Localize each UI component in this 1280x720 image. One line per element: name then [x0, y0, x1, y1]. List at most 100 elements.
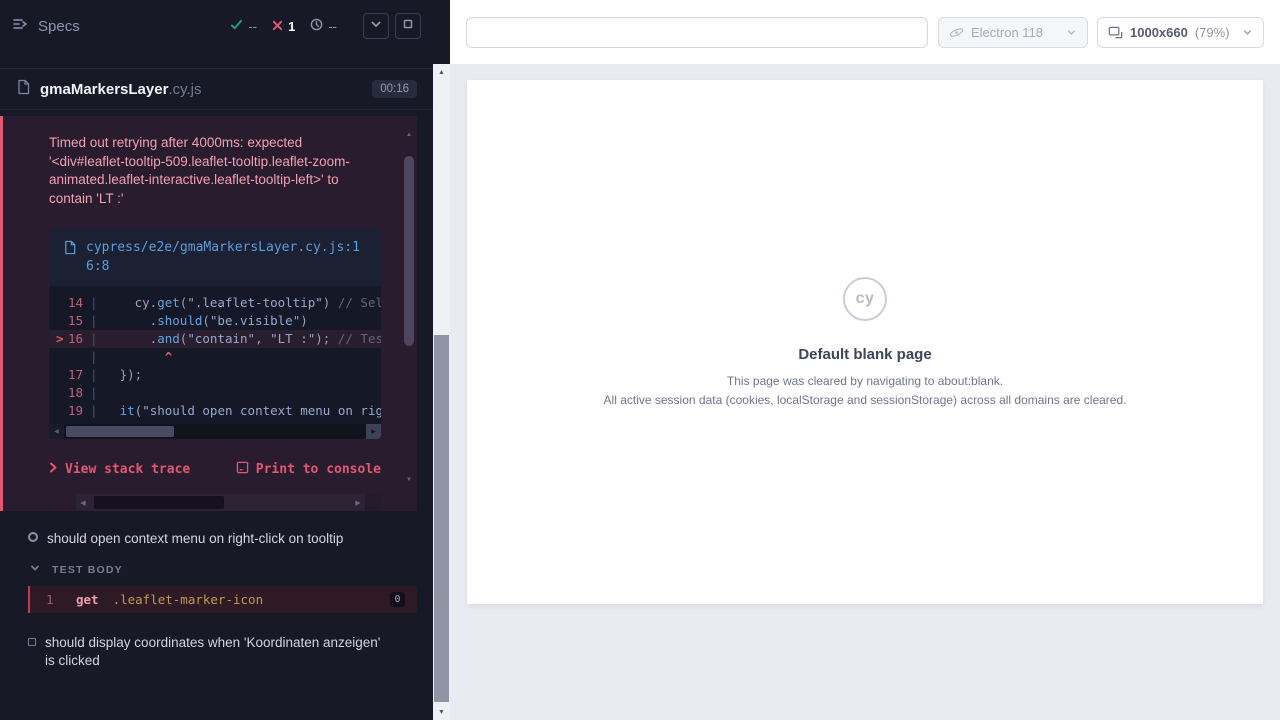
- reporter: Specs -- 1: [0, 0, 433, 720]
- scroll-track[interactable]: [64, 424, 366, 439]
- scroll-track[interactable]: [404, 142, 414, 473]
- reporter-scrollbar: ▲ ▼: [433, 64, 450, 720]
- scroll-right-arrow[interactable]: ▶: [351, 499, 365, 507]
- spec-name-base: gmaMarkersLayer: [40, 81, 168, 98]
- blank-page-message-2: All active session data (cookies, localS…: [604, 393, 1127, 407]
- blank-page-title: Default blank page: [798, 346, 931, 363]
- scroll-track[interactable]: [90, 494, 351, 511]
- pending-count: --: [328, 19, 337, 34]
- failed-attempt-region: Timed out retrying after 4000ms: expecte…: [0, 116, 417, 511]
- view-stack-trace-label: View stack trace: [65, 462, 190, 477]
- test-title: should open context menu on right-click …: [47, 530, 343, 548]
- aut-area: Electron 118 1000x660 (79%) cy Default b…: [450, 0, 1280, 720]
- test-body-toggle[interactable]: TEST BODY: [0, 555, 433, 582]
- stop-button[interactable]: [395, 13, 421, 39]
- specs-list-icon: [12, 16, 28, 36]
- blank-page-message-1: This page was cleared by navigating to a…: [727, 374, 1003, 388]
- code-lines: 14| cy.get(".leaflet-tooltip") // Sele 1…: [49, 294, 381, 420]
- viewport-selector[interactable]: 1000x660 (79%): [1097, 17, 1264, 48]
- test-pending-icon: [28, 638, 36, 646]
- check-icon: [230, 18, 243, 34]
- scroll-up-arrow[interactable]: ▲: [438, 64, 445, 80]
- chevron-right-icon: [49, 462, 58, 477]
- cypress-logo-text: cy: [856, 290, 875, 308]
- test-title: should display coordinates when 'Koordin…: [45, 634, 381, 670]
- stat-failed: 1: [272, 19, 295, 34]
- chevron-down-icon: [1066, 27, 1077, 38]
- scroll-thumb[interactable]: [434, 335, 449, 702]
- viewport-icon: [1108, 25, 1123, 40]
- spec-name-ext: .cy.js: [168, 81, 201, 98]
- view-stack-trace-link[interactable]: View stack trace: [49, 462, 190, 477]
- file-icon: [16, 79, 31, 100]
- scroll-left-arrow[interactable]: ◀: [49, 424, 64, 439]
- chevron-down-icon: [1242, 27, 1253, 38]
- browser-label: Electron 118: [971, 25, 1043, 40]
- scroll-thumb[interactable]: [404, 156, 414, 346]
- viewport-scale: (79%): [1195, 25, 1230, 40]
- error-vertical-scrollbar: ▲ ▼: [401, 128, 417, 487]
- scroll-thumb[interactable]: [66, 426, 174, 437]
- x-icon: [272, 19, 283, 34]
- command-count-badge: 0: [390, 592, 405, 607]
- stop-icon: [402, 17, 414, 35]
- print-to-console-link[interactable]: Print to console: [236, 461, 381, 478]
- aut-toolbar: Electron 118 1000x660 (79%): [450, 0, 1280, 64]
- specs-label: Specs: [38, 18, 80, 35]
- error-message: Timed out retrying after 4000ms: expecte…: [49, 134, 381, 208]
- spec-header-row[interactable]: gmaMarkersLayer.cy.js 00:16: [0, 68, 433, 110]
- cypress-logo: cy: [843, 277, 887, 321]
- scroll-down-arrow[interactable]: ▼: [406, 473, 412, 487]
- test-body-label: TEST BODY: [52, 564, 123, 576]
- code-line: 15| .should("be.visible"): [49, 312, 381, 330]
- code-line: 17| });: [49, 366, 381, 384]
- scroll-down-arrow[interactable]: ▼: [438, 704, 445, 720]
- browser-selector[interactable]: Electron 118: [938, 17, 1088, 48]
- code-frame: cypress/e2e/gmaMarkersLayer.cy.js:16:8 1…: [49, 228, 381, 439]
- test-stats: -- 1 --: [230, 18, 337, 34]
- scroll-up-arrow[interactable]: ▲: [406, 128, 412, 142]
- scroll-left-arrow[interactable]: ◀: [76, 499, 90, 507]
- electron-icon: [949, 25, 964, 40]
- error-horizontal-scrollbar: ◀ ▶: [76, 494, 381, 511]
- command-method: get: [76, 592, 99, 607]
- command-target: .leaflet-marker-icon: [113, 592, 264, 607]
- collapse-all-button[interactable]: [363, 13, 389, 39]
- scrollbar-corner: [365, 494, 381, 511]
- scroll-track[interactable]: [433, 80, 450, 704]
- code-frame-file-link[interactable]: cypress/e2e/gmaMarkersLayer.cy.js:16:8: [49, 228, 381, 286]
- code-line: 18|: [49, 384, 381, 402]
- test-row-coordinates[interactable]: should display coordinates when 'Koordin…: [0, 625, 433, 677]
- header-controls: [363, 13, 421, 39]
- file-icon: [63, 240, 77, 260]
- code-line: >16| .and("contain", "LT :"); // Test: [49, 330, 381, 348]
- scroll-thumb[interactable]: [94, 496, 224, 509]
- specs-menu-button[interactable]: Specs: [12, 16, 80, 36]
- command-number: 1: [46, 592, 64, 607]
- print-icon: [236, 461, 249, 478]
- test-row-context-menu[interactable]: should open context menu on right-click …: [0, 521, 433, 555]
- clock-icon: [310, 18, 323, 34]
- aut-iframe-panel: cy Default blank page This page was clea…: [467, 80, 1263, 604]
- code-frame-body: 14| cy.get(".leaflet-tooltip") // Sele 1…: [49, 286, 381, 424]
- stat-pending: --: [310, 18, 337, 34]
- test-running-icon: [28, 532, 38, 542]
- code-frame-file-path: cypress/e2e/gmaMarkersLayer.cy.js:16:8: [86, 238, 366, 276]
- reporter-header: Specs -- 1: [0, 0, 433, 52]
- spec-duration-badge: 00:16: [372, 80, 417, 98]
- code-line: 19| it("should open context menu on righ: [49, 402, 381, 420]
- scroll-right-arrow[interactable]: ▶: [366, 424, 381, 439]
- stat-passed: --: [230, 18, 257, 34]
- reporter-sidebar: Specs -- 1: [0, 0, 450, 720]
- code-line: | ^: [49, 348, 381, 366]
- code-frame-horizontal-scrollbar: ◀ ▶: [49, 424, 381, 439]
- url-input[interactable]: [466, 17, 928, 48]
- failed-count: 1: [288, 19, 295, 34]
- passed-count: --: [248, 19, 257, 34]
- viewport-size: 1000x660: [1130, 25, 1188, 40]
- chevron-down-icon: [370, 17, 382, 35]
- print-to-console-label: Print to console: [256, 462, 381, 477]
- spec-name: gmaMarkersLayer.cy.js: [40, 81, 201, 98]
- chevron-down-icon: [30, 563, 40, 576]
- command-log-row[interactable]: 1 get .leaflet-marker-icon 0: [28, 586, 417, 613]
